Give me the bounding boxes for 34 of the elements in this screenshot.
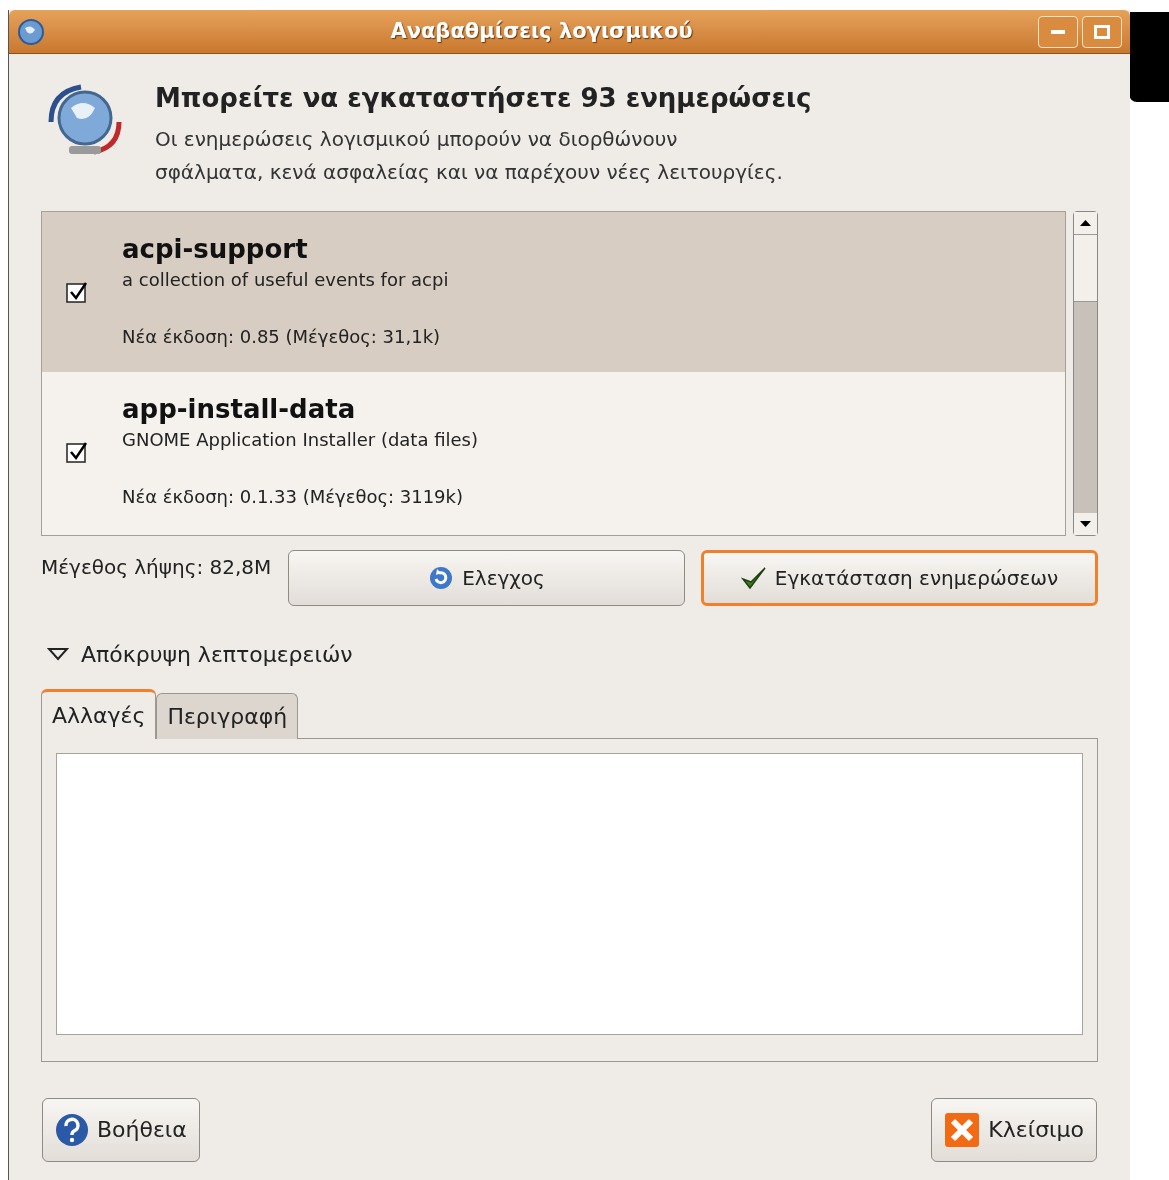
header-title: Μπορείτε να εγκαταστήσετε 93 ενημερώσεις [155, 82, 812, 115]
download-size: Μέγεθος λήψης: 82,8M [41, 553, 273, 581]
scroll-thumb[interactable] [1074, 233, 1097, 302]
help-icon [55, 1112, 89, 1147]
maximize-button[interactable] [1082, 15, 1122, 48]
details-toggle[interactable]: Απόκρυψη λεπτομερειών [81, 637, 353, 671]
package-summary: a collection of useful events for acpi [122, 267, 449, 292]
checkbox[interactable] [66, 440, 88, 463]
checkmark-icon [740, 564, 767, 591]
minimize-icon [1051, 29, 1065, 34]
tab[interactable]: Αλλαγές [41, 688, 157, 739]
scroll-down-icon[interactable] [1074, 512, 1097, 535]
window-title: Αναβαθμίσεις λογισμικού [389, 17, 694, 45]
package-name: app-install-data [122, 393, 357, 426]
tab[interactable]: Περιγραφή [156, 692, 299, 739]
package-name: acpi-support [122, 233, 309, 266]
globe-icon [17, 17, 45, 46]
package-version: Νέα έκδοση: 0.85 (Μέγεθος: 31,1k) [122, 324, 442, 349]
scroll-up-icon[interactable] [1074, 211, 1097, 234]
install-button[interactable]: Εγκατάσταση ενημερώσεων [701, 549, 1098, 606]
help-button[interactable]: Βοήθεια [42, 1097, 200, 1162]
scrollbar[interactable] [1073, 210, 1098, 536]
check-button[interactable]: Ελεγχος [288, 549, 685, 606]
header-description: Οι ενημερώσεις λογισμικού μπορούν να διορθώνουν σφάλματα, κενά ασφαλείας και να παρέχουν νέες λειτουργίες. [155, 125, 784, 186]
refresh-icon [428, 564, 455, 591]
checkbox[interactable] [66, 280, 88, 303]
expander-arrow-icon[interactable] [47, 647, 69, 661]
minimize-button[interactable] [1038, 15, 1078, 48]
package-summary: GNOME Application Installer (data files) [122, 427, 478, 452]
maximize-icon [1094, 24, 1110, 39]
package-version: Νέα έκδοση: 0.1.33 (Μέγεθος: 3119k) [122, 484, 464, 509]
update-row[interactable]: acpi-support a collection of useful events for acpi Νέα έκδοση: 0.85 (Μέγεθος: 31,1k) [42, 211, 1065, 372]
close-icon [944, 1111, 981, 1148]
close-button[interactable]: Κλείσιμο [931, 1097, 1097, 1162]
